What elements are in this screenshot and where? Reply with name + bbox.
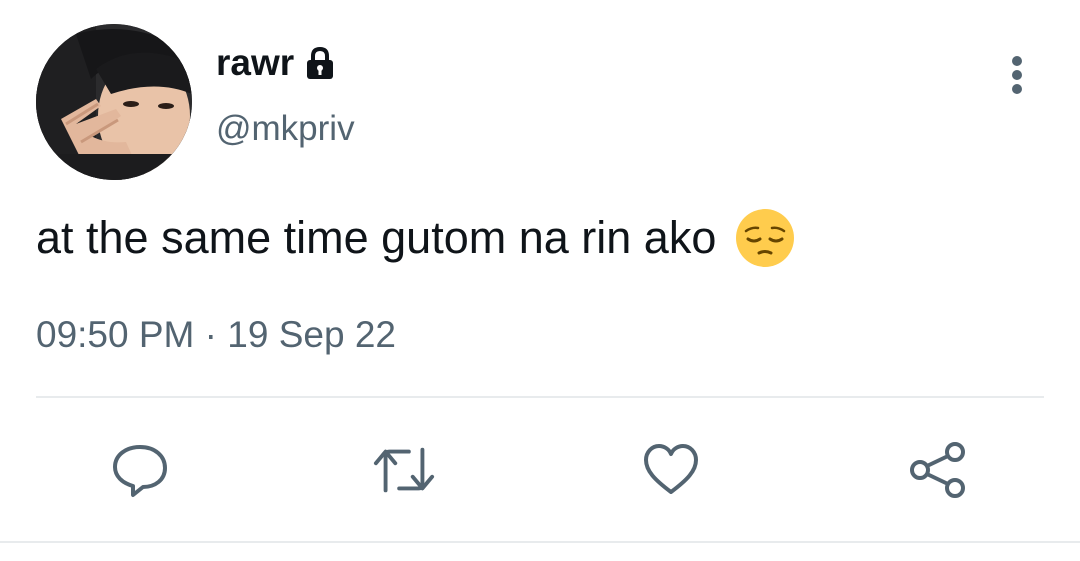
like-button[interactable]: [639, 438, 703, 502]
reply-button[interactable]: [108, 438, 172, 502]
tweet-text: at the same time gutom na rin ako: [36, 207, 796, 269]
display-name[interactable]: rawr: [216, 40, 337, 86]
tweet-date: 19 Sep 22: [227, 314, 396, 355]
bottom-divider: [0, 541, 1080, 543]
retweet-icon: [373, 447, 435, 493]
retweet-button[interactable]: [372, 438, 436, 502]
timestamp-separator: ·: [204, 314, 217, 355]
tweet-text-content: at the same time gutom na rin ako: [36, 212, 717, 263]
pensive-face-icon: [734, 207, 796, 269]
share-button[interactable]: [906, 438, 970, 502]
tweet-timestamp: 09:50 PM · 19 Sep 22: [36, 314, 396, 356]
divider: [36, 396, 1044, 398]
avatar[interactable]: [36, 24, 192, 180]
tweet-time: 09:50 PM: [36, 314, 195, 355]
share-icon: [910, 442, 965, 498]
more-vertical-icon: [1012, 56, 1022, 94]
more-options-button[interactable]: [996, 52, 1038, 98]
user-handle[interactable]: @mkpriv: [216, 109, 355, 149]
lock-icon: [303, 46, 337, 80]
display-name-text: rawr: [216, 42, 295, 83]
profile-photo: [36, 24, 192, 180]
heart-icon: [644, 444, 698, 494]
comment-bubble-icon: [113, 445, 167, 497]
